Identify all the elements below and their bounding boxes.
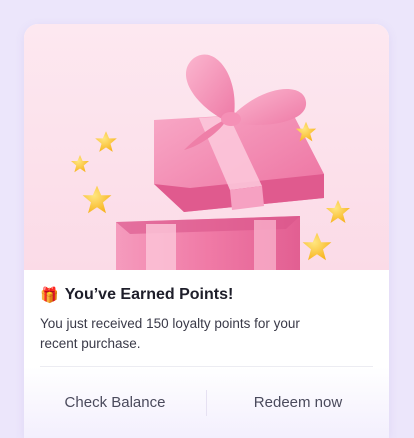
notification-title: You’ve Earned Points! xyxy=(64,286,234,303)
action-bar: Check Balance Redeem now xyxy=(24,367,389,438)
check-balance-button[interactable]: Check Balance xyxy=(24,380,206,425)
gift-box-lid xyxy=(154,112,324,212)
gift-box-base xyxy=(116,216,300,270)
notification-title-row: 🎁 You’ve Earned Points! xyxy=(40,286,373,304)
gift-icon: 🎁 xyxy=(40,286,59,304)
notification-body: 🎁 You’ve Earned Points! You just receive… xyxy=(40,286,373,354)
hero-illustration xyxy=(24,24,389,270)
open-gift-box-illustration xyxy=(71,54,350,270)
notification-card: 🎁 You’ve Earned Points! You just receive… xyxy=(24,24,389,438)
notification-message: You just received 150 loyalty points for… xyxy=(40,316,300,351)
redeem-now-button[interactable]: Redeem now xyxy=(207,380,389,425)
